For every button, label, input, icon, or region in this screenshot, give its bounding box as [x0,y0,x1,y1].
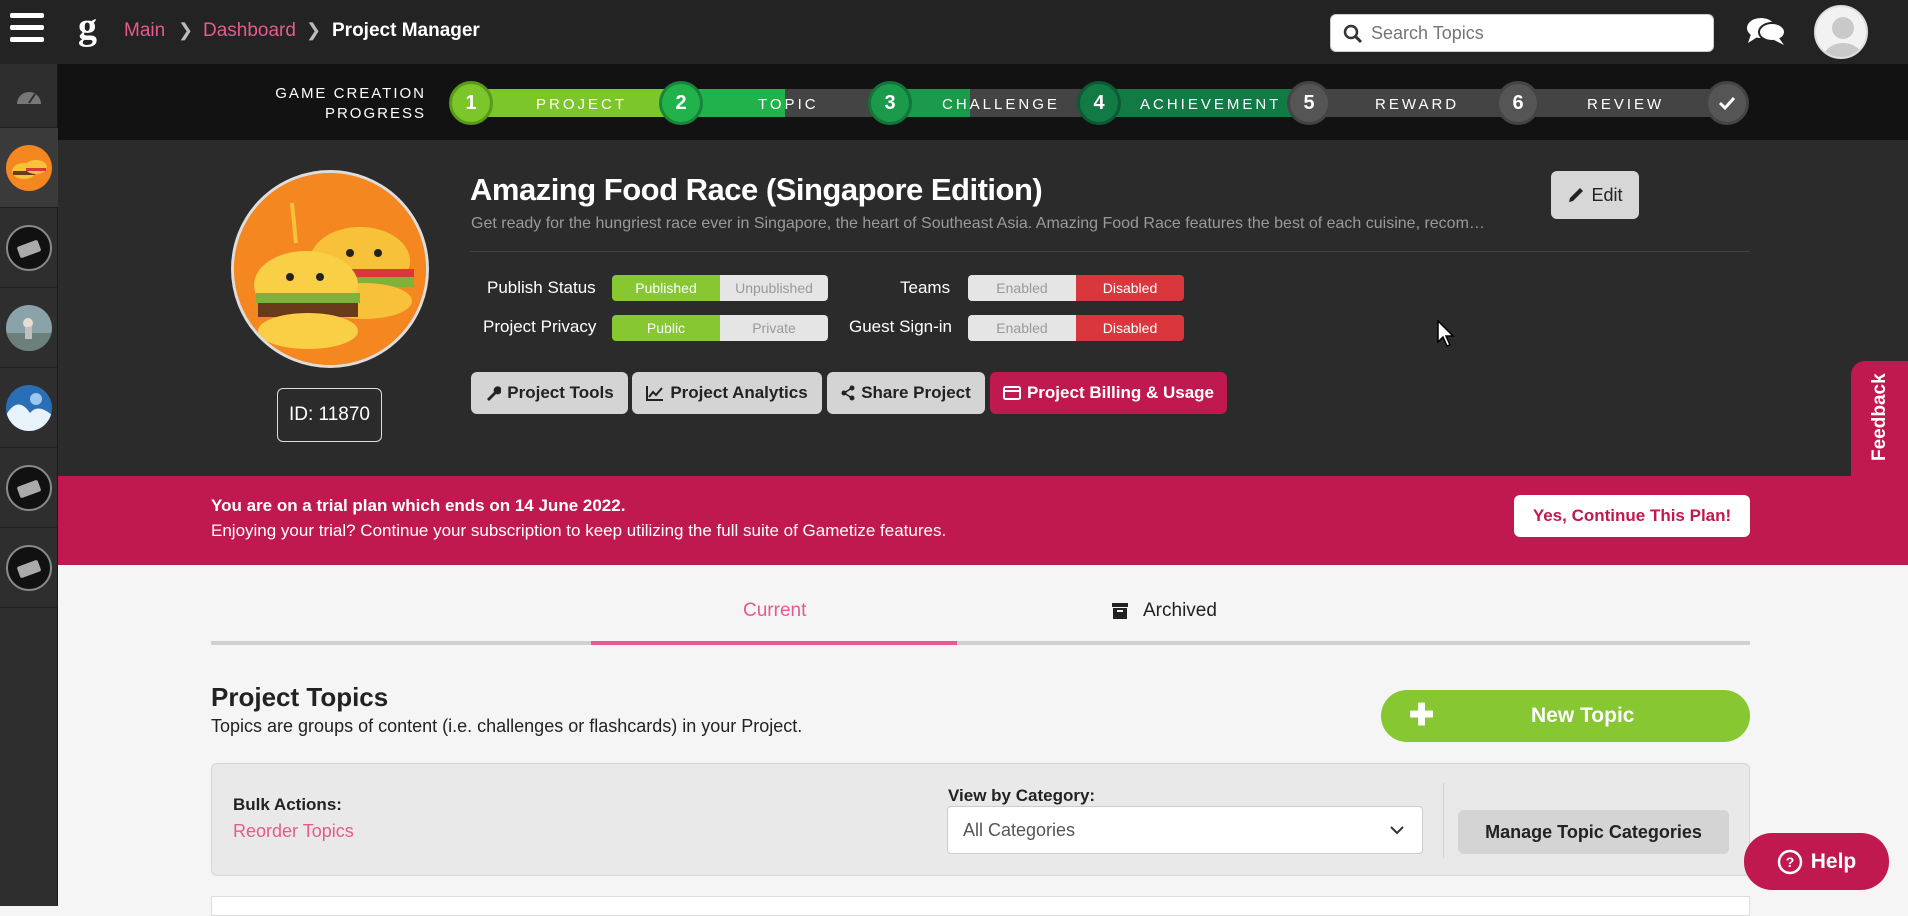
trial-notice: You are on a trial plan which ends on 14… [211,496,626,515]
bulk-actions-label: Bulk Actions: [233,795,342,814]
tab-archived-label: Archived [1143,600,1217,621]
progress-label: GAME CREATION PROGRESS [275,85,426,122]
feedback-label: Feedback [1869,373,1890,461]
hamburger-menu-icon[interactable] [10,10,44,50]
project-topics-subtitle: Topics are groups of content (i.e. chall… [211,716,803,736]
project-id-badge: ID: 11870 [277,388,382,442]
share-project-button[interactable]: Share Project [827,372,985,414]
share-project-label: Share Project [861,383,971,402]
continue-plan-button[interactable]: Yes, Continue This Plan! [1514,495,1750,537]
guest-signin-label: Guest Sign-in [849,317,952,336]
guest-signin-toggle[interactable]: Enabled Disabled [968,315,1184,341]
search-icon [1343,24,1363,44]
step-5-reward[interactable]: 5 [1287,81,1331,125]
project-tools-button[interactable]: Project Tools [471,372,628,414]
project-tools-label: Project Tools [507,383,614,402]
project-analytics-label: Project Analytics [670,383,808,402]
reorder-topics-link[interactable]: Reorder Topics [233,821,354,842]
step-2-label: TOPIC [758,96,819,113]
tab-archived[interactable]: Archived [1111,600,1217,622]
divider [1443,783,1444,858]
user-avatar[interactable] [1814,5,1868,59]
wrench-icon [487,386,502,401]
publish-published-option[interactable]: Published [612,275,720,301]
teams-toggle[interactable]: Enabled Disabled [968,275,1184,301]
divider [470,251,1750,252]
project-privacy-toggle[interactable]: Public Private [612,315,828,341]
guest-enabled-option[interactable]: Enabled [968,315,1076,341]
svg-text:?: ? [1785,854,1794,870]
topic-list-card [211,896,1750,916]
sidebar-project-2[interactable] [0,208,58,288]
view-by-category-label: View by Category: [948,786,1096,805]
category-select[interactable]: All Categories [947,806,1423,854]
credit-card-icon [1002,386,1021,400]
tab-current[interactable]: Current [743,600,806,622]
manage-topic-categories-button[interactable]: Manage Topic Categories [1458,810,1729,854]
project-description: Get ready for the hungriest race ever in… [471,215,1485,232]
chevron-down-icon [1390,826,1404,835]
dashboard-gauge-icon[interactable] [0,64,58,128]
new-topic-button[interactable]: ✚ New Topic [1381,690,1750,742]
chevron-right-icon: ❯ [178,20,194,40]
breadcrumb-current: Project Manager [332,20,480,41]
trial-message: Enjoying your trial? Continue your subsc… [211,521,947,540]
project-privacy-label: Project Privacy [483,317,597,336]
project-billing-button[interactable]: Project Billing & Usage [990,372,1227,414]
search-box[interactable] [1330,14,1714,52]
step-1-label: PROJECT [536,96,628,113]
category-selected-value: All Categories [963,820,1076,840]
line-chart-icon [646,386,664,401]
gametize-logo[interactable]: g [78,8,97,46]
teams-enabled-option[interactable]: Enabled [968,275,1076,301]
project-analytics-button[interactable]: Project Analytics [632,372,822,414]
edit-label: Edit [1591,184,1623,205]
chevron-right-icon: ❯ [306,20,322,40]
guest-disabled-option[interactable]: Disabled [1076,315,1184,341]
teams-disabled-option[interactable]: Disabled [1076,275,1184,301]
sidebar-project-3[interactable] [0,288,58,368]
tab-underline [211,641,1750,645]
privacy-private-option[interactable]: Private [720,315,828,341]
tab-active-indicator [591,641,957,645]
step-3-challenge[interactable]: 3 [868,81,912,125]
publish-unpublished-option[interactable]: Unpublished [720,275,828,301]
search-input[interactable] [1371,15,1701,51]
sidebar-project-amazing-food-race[interactable] [0,128,58,208]
publish-status-label: Publish Status [487,278,596,297]
step-1-project[interactable]: 1 [449,81,493,125]
step-3-label: CHALLENGE [942,96,1060,113]
help-label: Help [1810,849,1857,873]
new-topic-label: New Topic [1531,704,1635,727]
help-button[interactable]: ? Help [1744,833,1889,890]
step-5-label: REWARD [1375,96,1460,113]
archive-icon [1112,603,1128,619]
question-circle-icon: ? [1777,849,1802,874]
project-image [231,170,429,368]
project-title: Amazing Food Race (Singapore Edition) [470,172,1043,207]
sidebar-project-6[interactable] [0,528,58,608]
project-billing-label: Project Billing & Usage [1026,383,1215,402]
pencil-icon [1569,188,1584,202]
teams-label: Teams [900,278,951,297]
step-4-label: ACHIEVEMENT [1140,96,1282,113]
chat-icon[interactable] [1745,14,1787,50]
sidebar-project-5[interactable] [0,448,58,528]
step-6-review[interactable]: 6 [1496,81,1540,125]
step-6-label: REVIEW [1587,96,1665,113]
share-icon [841,385,855,401]
step-2-topic[interactable]: 2 [659,81,703,125]
project-topics-heading: Project Topics [211,682,389,712]
breadcrumb-main[interactable]: Main [124,20,165,42]
edit-button[interactable]: Edit [1551,171,1639,219]
plus-icon: ✚ [1409,699,1435,732]
step-complete-check-icon[interactable] [1705,81,1749,125]
step-4-achievement[interactable]: 4 [1077,81,1121,125]
sidebar-project-4[interactable] [0,368,58,448]
breadcrumb-dashboard[interactable]: Dashboard [203,20,296,42]
privacy-public-option[interactable]: Public [612,315,720,341]
mouse-cursor-icon [1437,320,1455,347]
publish-status-toggle[interactable]: Published Unpublished [612,275,828,301]
